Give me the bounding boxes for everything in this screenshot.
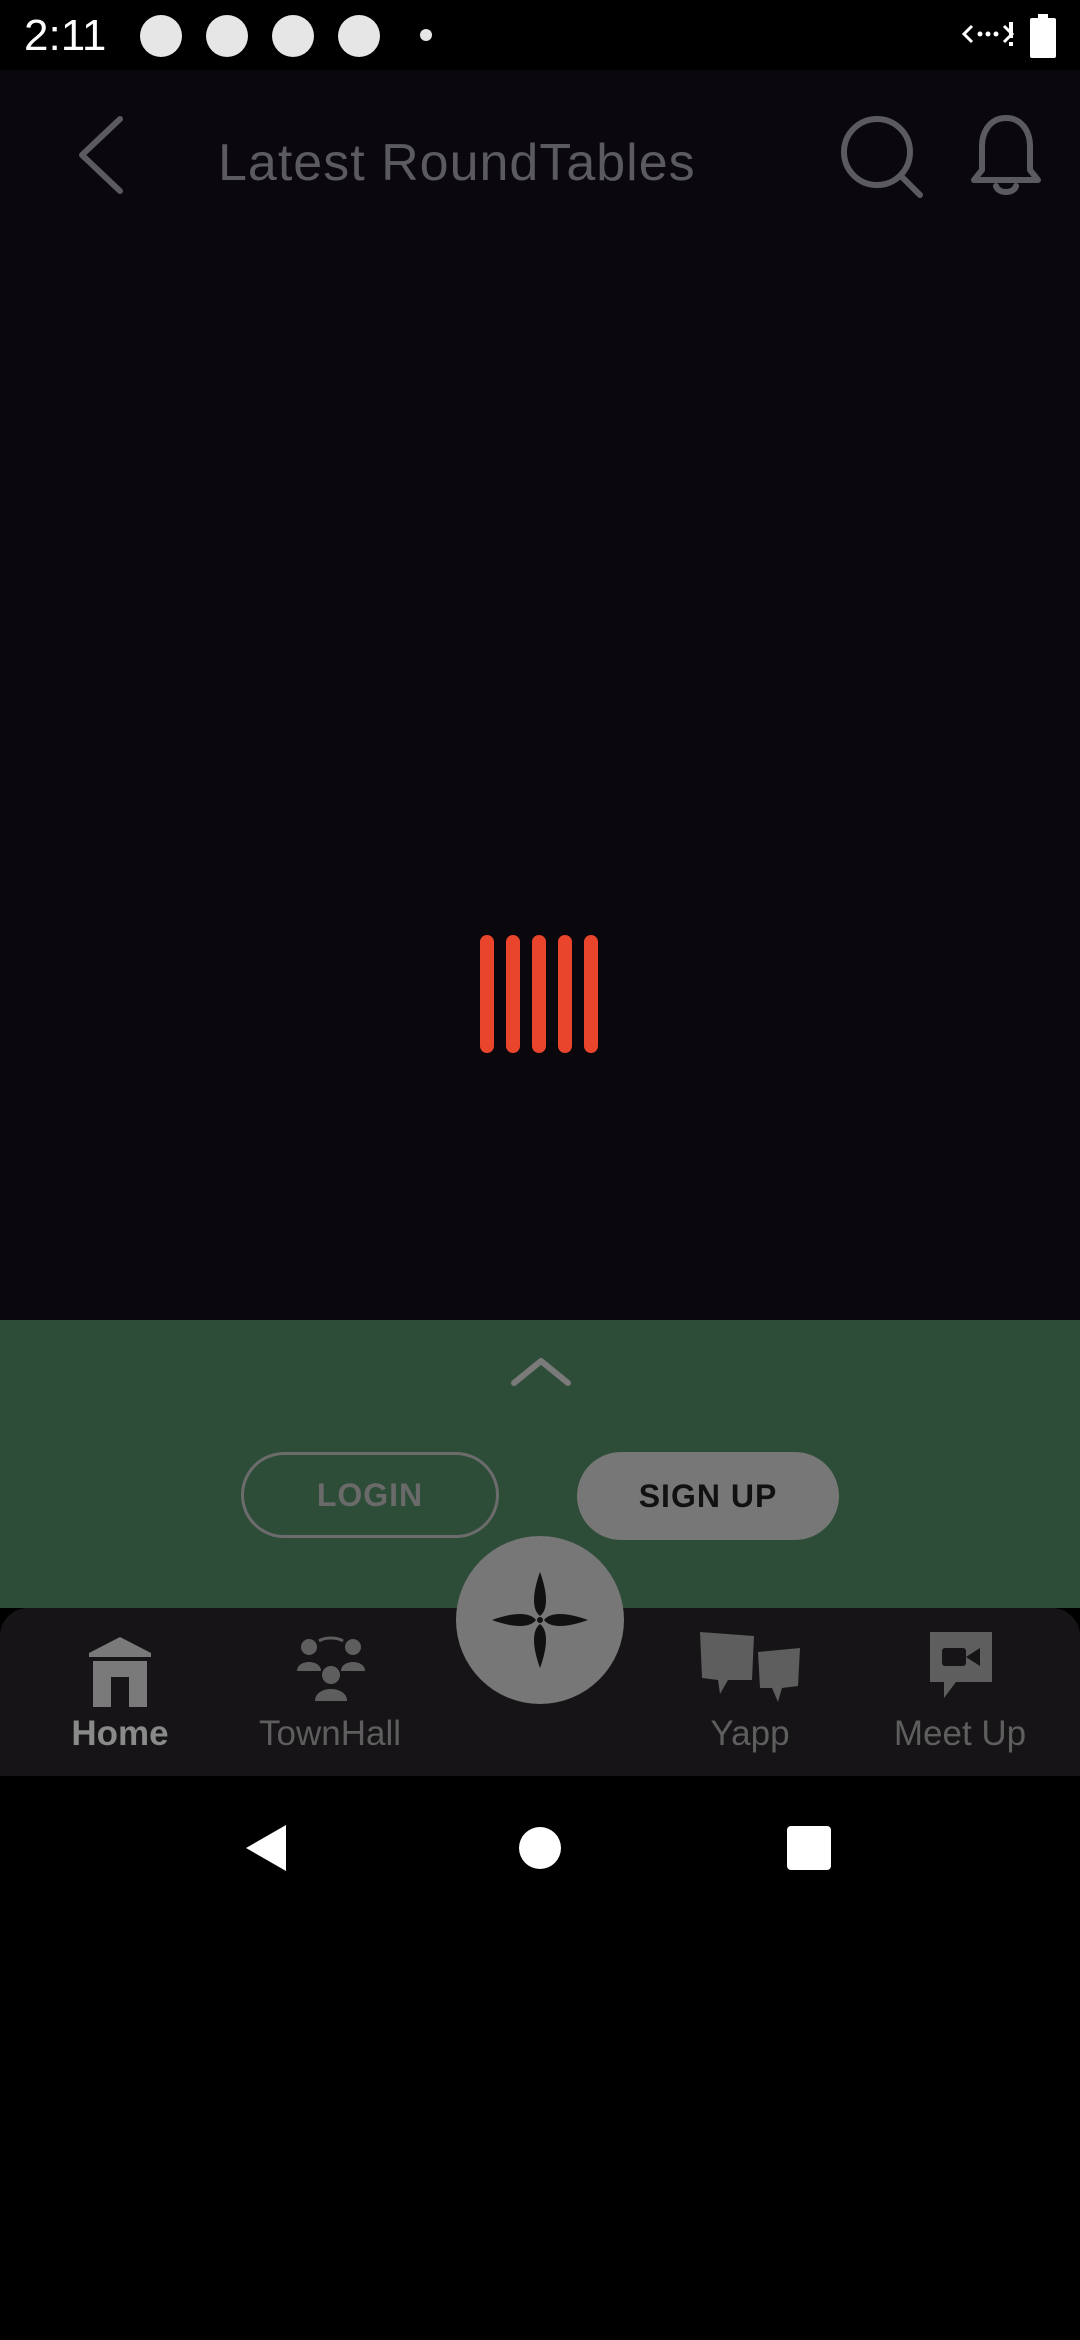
page-title: Latest RoundTables: [218, 134, 696, 192]
notification-icon: [338, 15, 380, 57]
recents-square-icon[interactable]: [787, 1826, 831, 1870]
login-button[interactable]: LOGIN: [241, 1452, 499, 1538]
nav-item-townhall[interactable]: TownHall: [240, 1608, 420, 1776]
nav-item-home[interactable]: Home: [45, 1608, 195, 1776]
app-content: Latest RoundTables: [0, 70, 1080, 1320]
battery-icon: [1030, 14, 1056, 58]
people-group-icon: [297, 1636, 365, 1701]
four-petal-icon: [492, 1572, 588, 1668]
loader-bar: [506, 935, 520, 1053]
notification-icon: [206, 15, 248, 57]
more-notifications-icon: [420, 29, 432, 41]
chevron-up-icon[interactable]: [510, 1355, 572, 1387]
search-icon[interactable]: [840, 115, 924, 199]
nav-label-home: Home: [71, 1714, 169, 1753]
sign-up-button[interactable]: SIGN UP: [577, 1452, 839, 1540]
bell-icon[interactable]: [970, 114, 1042, 198]
nav-label-meetup: Meet Up: [893, 1714, 1027, 1753]
loader-bar: [532, 935, 546, 1053]
center-action-button[interactable]: [456, 1536, 624, 1704]
home-circle-icon[interactable]: [518, 1826, 562, 1870]
notification-icon: [272, 15, 314, 57]
loader-bar: [558, 935, 572, 1053]
system-navigation-bar: [0, 1776, 1080, 1920]
status-time: 2:11: [24, 11, 107, 60]
nav-label-yapp: Yapp: [710, 1714, 790, 1753]
data-saver-icon: [962, 22, 1015, 46]
nav-item-meetup[interactable]: Meet Up: [870, 1608, 1050, 1776]
chat-bubbles-icon: [700, 1632, 800, 1702]
status-bar: 2:11: [0, 0, 1080, 70]
loader-bar: [584, 935, 598, 1053]
top-app-bar: Latest RoundTables: [0, 70, 1080, 245]
notification-icon: [140, 15, 182, 57]
loading-indicator: [480, 935, 600, 1053]
blank-area: [0, 1920, 1080, 2340]
nav-label-townhall: TownHall: [259, 1714, 401, 1753]
nav-item-yapp[interactable]: Yapp: [670, 1608, 830, 1776]
back-chevron-icon[interactable]: [76, 115, 126, 195]
video-chat-icon: [930, 1632, 992, 1698]
loader-bar: [480, 935, 494, 1053]
back-triangle-icon[interactable]: [244, 1823, 288, 1873]
house-icon: [89, 1637, 151, 1707]
